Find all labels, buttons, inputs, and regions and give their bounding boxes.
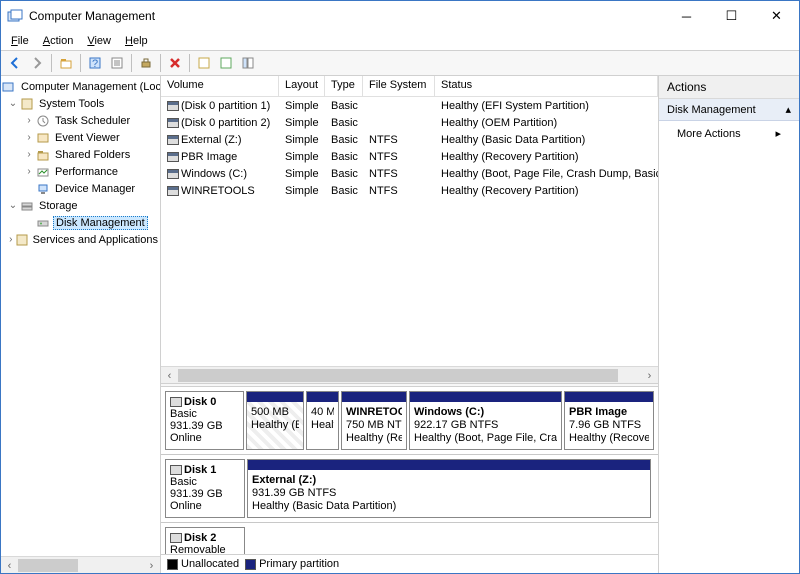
list-hscrollbar[interactable]: ‹› [161,366,658,383]
menu-view[interactable]: View [81,33,117,49]
collapse-arrow-icon: ▴ [785,103,791,116]
expand-icon[interactable]: › [7,234,15,245]
view2-button[interactable] [216,53,236,73]
volume-icon [167,186,179,196]
partition-strip: 500 MBHealthy (EF40 MIHealtWINRETOO750 M… [246,391,654,450]
disk-icon [170,397,182,407]
col-filesystem[interactable]: File System [363,76,435,96]
table-row[interactable]: Windows (C:)SimpleBasicNTFSHealthy (Boot… [161,165,658,182]
table-row[interactable]: WINRETOOLSSimpleBasicNTFSHealthy (Recove… [161,182,658,199]
partition-strip: External (Z:)931.39 GB NTFSHealthy (Basi… [247,459,654,518]
expand-icon[interactable]: › [23,149,35,160]
disk-info[interactable]: Disk 1Basic931.39 GBOnline [165,459,245,518]
collapse-icon[interactable]: ⌄ [7,200,19,211]
volume-list-header: Volume Layout Type File System Status [161,76,658,97]
settings-button[interactable] [136,53,156,73]
maximize-button[interactable]: ☐ [709,1,754,31]
disk-info[interactable]: Disk 0Basic931.39 GBOnline [165,391,244,450]
toolbar: ? [1,50,799,76]
titlebar: Computer Management ─ ☐ ✕ [1,1,799,31]
scroll-right-icon[interactable]: › [143,557,160,573]
tree-disk-management[interactable]: Disk Management [1,214,160,231]
scroll-right-icon[interactable]: › [641,367,658,384]
volume-icon [167,118,179,128]
scroll-left-icon[interactable]: ‹ [1,557,18,573]
minimize-button[interactable]: ─ [664,1,709,31]
partition[interactable]: 500 MBHealthy (EF [246,391,304,450]
main-area: Computer Management (Local ⌄System Tools… [1,76,799,573]
tree-shared-folders[interactable]: ›Shared Folders [1,146,160,163]
partition[interactable]: WINRETOO750 MB NTFHealthy (Re [341,391,407,450]
actions-pane: Actions Disk Management▴ More Actions▸ [659,76,799,573]
table-row[interactable]: (Disk 0 partition 1)SimpleBasicHealthy (… [161,97,658,114]
scroll-thumb[interactable] [178,369,618,382]
disk-icon [170,465,182,475]
view3-button[interactable] [238,53,258,73]
partition[interactable]: External (Z:)931.39 GB NTFSHealthy (Basi… [247,459,651,518]
actions-section[interactable]: Disk Management▴ [659,99,799,121]
disk-row: Disk 0Basic931.39 GBOnline500 MBHealthy … [161,387,658,455]
collapse-icon[interactable]: ⌄ [7,98,19,109]
submenu-arrow-icon: ▸ [775,127,781,140]
tree-services-apps[interactable]: ›Services and Applications [1,231,160,248]
disk-info[interactable]: Disk 2Removable (E:)No Media [165,527,245,554]
tree-root[interactable]: Computer Management (Local [1,78,160,95]
partition[interactable]: 40 MIHealt [306,391,339,450]
menu-action[interactable]: Action [37,33,80,49]
col-status[interactable]: Status [435,76,658,96]
legend-unallocated: Unallocated [167,558,239,570]
legend-primary: Primary partition [245,558,339,570]
window-title: Computer Management [29,9,664,23]
up-button[interactable] [56,53,76,73]
partition[interactable]: Windows (C:)922.17 GB NTFSHealthy (Boot,… [409,391,562,450]
tree-event-viewer[interactable]: ›Event Viewer [1,129,160,146]
tree-performance[interactable]: ›Performance [1,163,160,180]
volume-icon [167,169,179,179]
actions-header: Actions [659,76,799,99]
volume-list: (Disk 0 partition 1)SimpleBasicHealthy (… [161,97,658,199]
disk-icon [170,533,182,543]
volume-icon [167,135,179,145]
disk-row: Disk 1Basic931.39 GBOnlineExternal (Z:)9… [161,455,658,523]
view1-button[interactable] [194,53,214,73]
center-pane: Volume Layout Type File System Status (D… [161,76,659,573]
disk-graph-pane: Disk 0Basic931.39 GBOnline500 MBHealthy … [161,387,658,554]
delete-button[interactable] [165,53,185,73]
col-layout[interactable]: Layout [279,76,325,96]
menu-file[interactable]: File [5,33,35,49]
scroll-left-icon[interactable]: ‹ [161,367,178,384]
col-volume[interactable]: Volume [161,76,279,96]
disk-row: Disk 2Removable (E:)No Media [161,523,658,554]
expand-icon[interactable]: › [23,115,35,126]
tree-task-scheduler[interactable]: ›Task Scheduler [1,112,160,129]
volume-icon [167,152,179,162]
tree-system-tools[interactable]: ⌄System Tools [1,95,160,112]
tree-device-manager[interactable]: Device Manager [1,180,160,197]
table-row[interactable]: PBR ImageSimpleBasicNTFSHealthy (Recover… [161,148,658,165]
table-row[interactable]: External (Z:)SimpleBasicNTFSHealthy (Bas… [161,131,658,148]
tree-hscrollbar[interactable]: ‹› [1,556,160,573]
col-type[interactable]: Type [325,76,363,96]
close-button[interactable]: ✕ [754,1,799,31]
forward-button[interactable] [27,53,47,73]
properties-button[interactable]: ? [85,53,105,73]
tree-pane: Computer Management (Local ⌄System Tools… [1,76,161,573]
tree-storage[interactable]: ⌄Storage [1,197,160,214]
svg-text:?: ? [92,58,98,70]
back-button[interactable] [5,53,25,73]
partition[interactable]: PBR Image7.96 GB NTFSHealthy (Recover [564,391,654,450]
table-row[interactable]: (Disk 0 partition 2)SimpleBasicHealthy (… [161,114,658,131]
app-icon [7,8,23,24]
refresh-button[interactable] [107,53,127,73]
legend: Unallocated Primary partition [161,554,658,573]
menu-help[interactable]: Help [119,33,154,49]
scroll-thumb[interactable] [18,559,78,572]
expand-icon[interactable]: › [23,166,35,177]
partition-strip [247,527,654,554]
menubar: File Action View Help [1,31,799,50]
expand-icon[interactable]: › [23,132,35,143]
volume-icon [167,101,179,111]
actions-more[interactable]: More Actions▸ [659,121,799,146]
